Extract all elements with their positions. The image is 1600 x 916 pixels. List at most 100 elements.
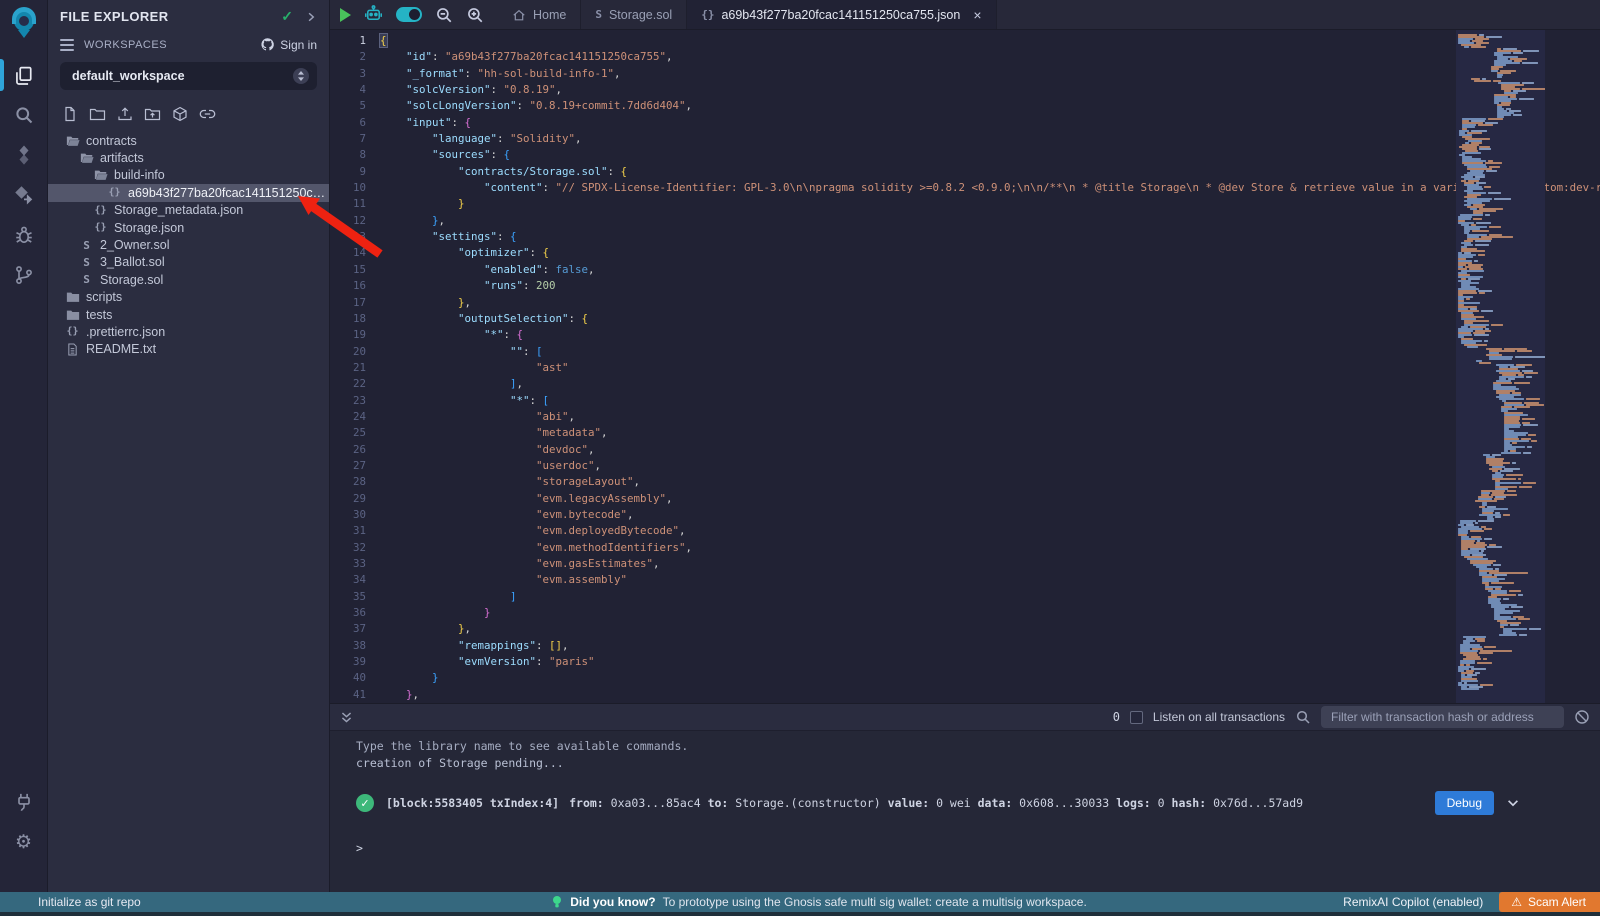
tree-item-3-ballot-sol[interactable]: S3_Ballot.sol xyxy=(48,254,329,271)
code-line[interactable]: 37 }, xyxy=(330,621,1600,637)
code-line[interactable]: 10 "content": "// SPDX-License-Identifie… xyxy=(330,180,1600,196)
copilot-toggle[interactable] xyxy=(396,7,422,22)
code-line[interactable]: 31 "evm.deployedBytecode", xyxy=(330,523,1600,539)
zoom-out-icon[interactable] xyxy=(435,6,453,24)
tab-storage-sol[interactable]: SStorage.sol xyxy=(581,0,687,29)
code-line[interactable]: 27 "userdoc", xyxy=(330,458,1600,474)
code-line[interactable]: 33 "evm.gasEstimates", xyxy=(330,556,1600,572)
clear-console-icon[interactable] xyxy=(1574,709,1590,725)
copilot-status[interactable]: RemixAI Copilot (enabled) xyxy=(1343,895,1483,909)
rail-deploy-run-icon[interactable] xyxy=(0,175,48,215)
ai-copilot-robot-icon[interactable] xyxy=(364,5,383,24)
code-line[interactable]: 24 "abi", xyxy=(330,409,1600,425)
code-line[interactable]: 13 "settings": { xyxy=(330,229,1600,245)
tree-item-tests[interactable]: tests xyxy=(48,306,329,323)
close-tab-icon[interactable]: × xyxy=(973,8,981,22)
terminal[interactable]: Type the library name to see available c… xyxy=(330,731,1600,892)
workspace-sort-icon[interactable] xyxy=(293,68,309,84)
git-init-status[interactable]: Initialize as git repo xyxy=(0,895,551,909)
code-line[interactable]: 40 } xyxy=(330,670,1600,686)
code-line[interactable]: 1{ xyxy=(330,33,1600,49)
panel-expand-icon[interactable] xyxy=(305,11,317,23)
code-line[interactable]: 32 "evm.methodIdentifiers", xyxy=(330,540,1600,556)
workspaces-menu-icon[interactable] xyxy=(60,39,74,51)
code-line[interactable]: 11 } xyxy=(330,196,1600,212)
terminal-search-icon[interactable] xyxy=(1295,709,1311,725)
run-script-icon[interactable] xyxy=(340,8,351,22)
listen-all-label[interactable]: Listen on all transactions xyxy=(1153,710,1285,724)
code-line[interactable]: 18 "outputSelection": { xyxy=(330,311,1600,327)
remix-logo-icon[interactable] xyxy=(7,7,41,41)
tab-home[interactable]: Home xyxy=(498,0,581,29)
new-file-icon[interactable] xyxy=(62,106,78,122)
code-line[interactable]: 19 "*": { xyxy=(330,327,1600,343)
line-number: 12 xyxy=(330,213,380,229)
minimap[interactable] xyxy=(1456,30,1545,703)
rail-plugin-manager-icon[interactable] xyxy=(0,782,48,822)
new-folder-icon[interactable] xyxy=(89,106,106,122)
rail-debugger-icon[interactable] xyxy=(0,215,48,255)
code-line[interactable]: 20 "": [ xyxy=(330,344,1600,360)
code-line[interactable]: 3 "_format": "hh-sol-build-info-1", xyxy=(330,66,1600,82)
code-line[interactable]: 12 }, xyxy=(330,213,1600,229)
tree-item-storage-sol[interactable]: SStorage.sol xyxy=(48,271,329,288)
code-line[interactable]: 25 "metadata", xyxy=(330,425,1600,441)
code-line[interactable]: 35 ] xyxy=(330,589,1600,605)
code-line[interactable]: 5 "solcLongVersion": "0.8.19+commit.7dd6… xyxy=(330,98,1600,114)
code-line[interactable]: 36 } xyxy=(330,605,1600,621)
terminal-collapse-icon[interactable] xyxy=(340,711,353,724)
tab-a69b43f277ba20fcac141151250ca755-json[interactable]: {}a69b43f277ba20fcac141151250ca755.json× xyxy=(687,0,996,29)
upload-folder-icon[interactable] xyxy=(144,106,161,122)
tree-item-readme-txt[interactable]: README.txt xyxy=(48,341,329,358)
tree-item-2-owner-sol[interactable]: S2_Owner.sol xyxy=(48,236,329,253)
rail-settings-gear-icon[interactable]: ⚙ xyxy=(0,822,48,862)
code-line[interactable]: 29 "evm.legacyAssembly", xyxy=(330,491,1600,507)
scam-alert-badge[interactable]: ⚠ Scam Alert xyxy=(1499,892,1600,912)
tree-item-a69b43f277ba20fcac141151250ca7-[interactable]: {}a69b43f277ba20fcac141151250ca7... xyxy=(48,184,329,201)
code-editor[interactable]: 1{2 "id": "a69b43f277ba20fcac141151250ca… xyxy=(330,30,1600,703)
code-line[interactable]: 6 "input": { xyxy=(330,115,1600,131)
tree-item-storage-json[interactable]: {}Storage.json xyxy=(48,219,329,236)
code-line[interactable]: 14 "optimizer": { xyxy=(330,245,1600,261)
code-line[interactable]: 22 ], xyxy=(330,376,1600,392)
code-line[interactable]: 17 }, xyxy=(330,295,1600,311)
tree-item-build-info[interactable]: build-info xyxy=(48,167,329,184)
rail-search-icon[interactable] xyxy=(0,95,48,135)
terminal-prompt[interactable]: > xyxy=(356,841,1600,855)
workspace-select[interactable]: default_workspace xyxy=(60,62,317,90)
code-line[interactable]: 7 "language": "Solidity", xyxy=(330,131,1600,147)
rail-file-explorer-icon[interactable] xyxy=(0,55,48,95)
code-line[interactable]: 38 "remappings": [], xyxy=(330,638,1600,654)
github-sign-in[interactable]: Sign in xyxy=(260,37,317,52)
code-line[interactable]: 16 "runs": 200 xyxy=(330,278,1600,294)
link-icon[interactable] xyxy=(199,106,216,122)
code-line[interactable]: 23 "*": [ xyxy=(330,393,1600,409)
code-line[interactable]: 4 "solcVersion": "0.8.19", xyxy=(330,82,1600,98)
tx-expand-icon[interactable] xyxy=(1506,796,1520,810)
code-line[interactable]: 41 }, xyxy=(330,687,1600,703)
debug-button[interactable]: Debug xyxy=(1435,791,1494,815)
code-line[interactable]: 8 "sources": { xyxy=(330,147,1600,163)
code-line[interactable]: 39 "evmVersion": "paris" xyxy=(330,654,1600,670)
tree-item-artifacts[interactable]: artifacts xyxy=(48,149,329,166)
code-line[interactable]: 34 "evm.assembly" xyxy=(330,572,1600,588)
listen-all-checkbox[interactable] xyxy=(1130,711,1143,724)
tree-item-scripts[interactable]: scripts xyxy=(48,289,329,306)
tree-item-contracts[interactable]: contracts xyxy=(48,132,329,149)
code-line[interactable]: 26 "devdoc", xyxy=(330,442,1600,458)
zoom-in-icon[interactable] xyxy=(466,6,484,24)
tx-filter-input[interactable] xyxy=(1321,706,1564,728)
code-line[interactable]: 9 "contracts/Storage.sol": { xyxy=(330,164,1600,180)
tree-item-storage-metadata-json[interactable]: {}Storage_metadata.json xyxy=(48,202,329,219)
transaction-log-row[interactable]: ✓ [block:5583405 txIndex:4]from: 0xa03..… xyxy=(356,791,1600,815)
code-line[interactable]: 15 "enabled": false, xyxy=(330,262,1600,278)
code-line[interactable]: 21 "ast" xyxy=(330,360,1600,376)
code-line[interactable]: 30 "evm.bytecode", xyxy=(330,507,1600,523)
code-line[interactable]: 2 "id": "a69b43f277ba20fcac141151250ca75… xyxy=(330,49,1600,65)
import-box-icon[interactable] xyxy=(172,106,188,122)
rail-git-icon[interactable] xyxy=(0,255,48,295)
tree-item--prettierrc-json[interactable]: {}.prettierrc.json xyxy=(48,323,329,340)
rail-solidity-compiler-icon[interactable] xyxy=(0,135,48,175)
upload-file-icon[interactable] xyxy=(117,106,133,122)
code-line[interactable]: 28 "storageLayout", xyxy=(330,474,1600,490)
